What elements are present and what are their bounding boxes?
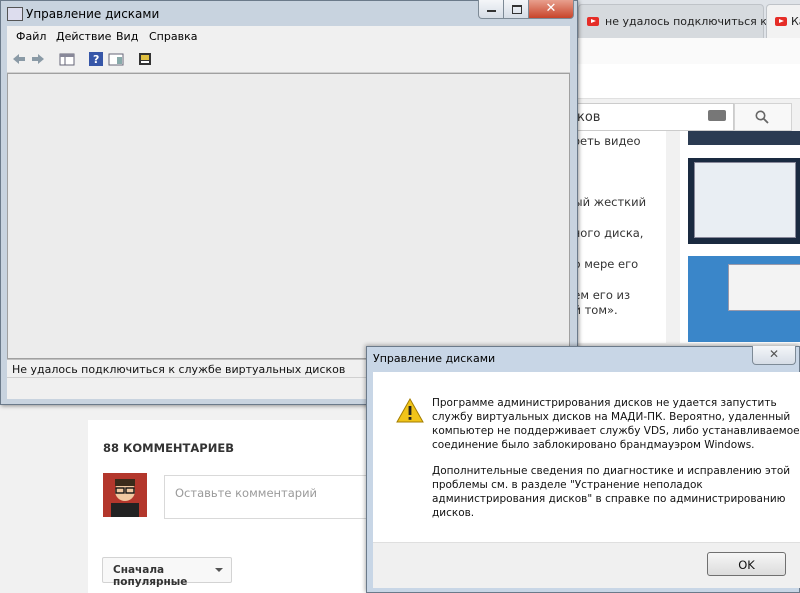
related-videos — [680, 131, 800, 343]
comment-input[interactable]: Оставьте комментарий — [164, 475, 376, 519]
message-line: Программе администрирования дисков не уд… — [432, 397, 777, 409]
message-line: Дополнительные сведения по диагностике и… — [432, 465, 791, 477]
search-value: ков — [577, 110, 601, 125]
video-description: треть видео ный жесткий ьного диска, по … — [566, 131, 666, 343]
ok-button[interactable]: OK — [707, 552, 786, 576]
close-icon: ✕ — [768, 347, 780, 361]
youtube-icon — [775, 17, 787, 26]
close-button[interactable]: ✕ — [528, 0, 574, 19]
menu-bar: Файл Действие Вид Справка — [7, 26, 570, 46]
svg-text:?: ? — [93, 53, 99, 66]
sort-label: Сначала популярные — [113, 564, 188, 588]
message-line: соединение было заблокировано брандмауэр… — [432, 439, 755, 451]
keyboard-icon[interactable] — [708, 110, 726, 121]
toolbar: ? — [7, 46, 570, 73]
message-line: компьютер не поддерживает службу VDS, ли… — [432, 425, 800, 437]
menu-file[interactable]: Файл — [16, 30, 46, 43]
description-line: ный жесткий — [566, 195, 647, 209]
avatar[interactable] — [103, 473, 147, 517]
message-line: проблемы см. в разделе "Устранение непол… — [432, 479, 703, 491]
browser-tab[interactable]: не удалось подключиться к сл — [578, 4, 783, 39]
message-line: службу виртуальных дисков на МАДИ-ПК. Ве… — [432, 411, 791, 423]
maximize-button[interactable] — [503, 0, 529, 19]
ok-label: OK — [738, 558, 755, 572]
search-icon — [755, 110, 769, 124]
show-hide-tree-icon[interactable] — [59, 51, 75, 67]
menu-action[interactable]: Действие — [56, 30, 111, 43]
video-thumbnail[interactable] — [688, 131, 800, 145]
minimize-button[interactable] — [478, 0, 504, 19]
properties-icon[interactable] — [108, 51, 124, 67]
video-thumbnail[interactable] — [688, 158, 800, 244]
close-icon: ✕ — [545, 1, 557, 16]
menu-help[interactable]: Справка — [149, 30, 197, 43]
help-icon[interactable]: ? — [88, 51, 104, 67]
browser-tab[interactable]: Ка — [766, 4, 800, 39]
message-line: дисков. — [432, 507, 475, 519]
chevron-down-icon — [215, 568, 223, 572]
search-button[interactable] — [734, 103, 792, 131]
disk-management-icon — [7, 7, 23, 21]
menu-view[interactable]: Вид — [116, 30, 138, 43]
browser-tab-label: Ка — [791, 15, 800, 28]
comment-placeholder: Оставьте комментарий — [175, 486, 318, 500]
comments-count: 88 КОММЕНТАРИЕВ — [103, 441, 234, 455]
forward-arrow-icon[interactable] — [30, 51, 46, 67]
youtube-icon — [587, 17, 599, 26]
video-thumbnail[interactable] — [688, 256, 800, 342]
message-line: администрирования дисков" в справке по а… — [432, 493, 786, 505]
avatar-image — [103, 473, 147, 517]
warning-icon — [396, 398, 424, 423]
window-title: Управление дисками — [26, 7, 160, 21]
disk-list-pane — [7, 73, 570, 359]
status-text: Не удалось подключиться к службе виртуал… — [12, 363, 346, 376]
back-arrow-icon[interactable] — [11, 51, 27, 67]
browser-tab-label: не удалось подключиться к сл — [605, 15, 784, 28]
dialog-close-button[interactable]: ✕ — [752, 346, 796, 365]
disk-action-icon[interactable] — [137, 51, 153, 67]
sort-dropdown[interactable]: Сначала популярные — [102, 557, 232, 588]
dialog-title: Управление дисками — [373, 352, 496, 365]
